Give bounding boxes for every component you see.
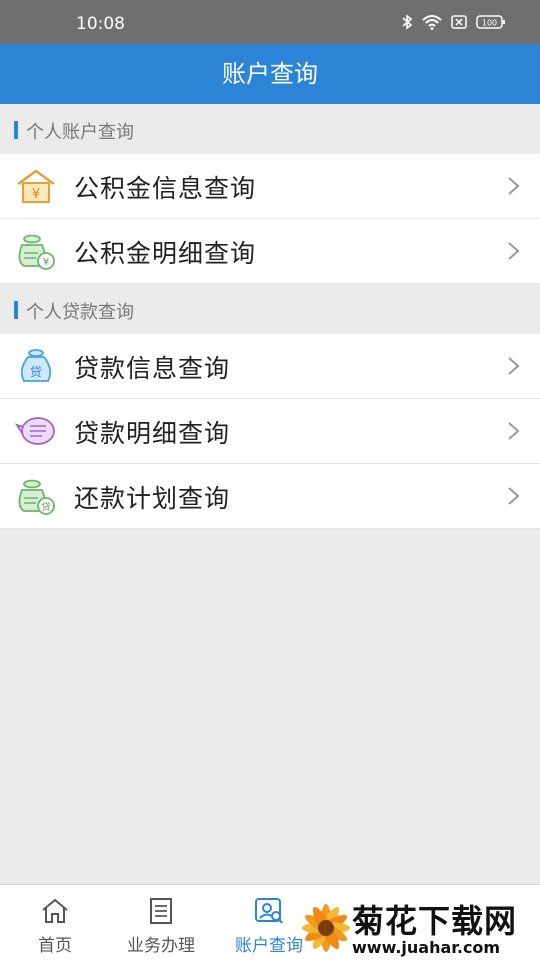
menu-item-loan-detail[interactable]: 贷款明细查询 [0, 399, 540, 464]
svg-text:贷: 贷 [30, 365, 42, 379]
svg-text:¥: ¥ [43, 257, 49, 268]
menu-item-label: 还款计划查询 [74, 484, 231, 513]
svg-text:贷: 贷 [41, 501, 50, 513]
tab-label: 业务办理 [127, 936, 195, 956]
battery-level: 100 [482, 19, 497, 28]
chevron-right-icon [508, 242, 520, 260]
chevron-right-icon [508, 487, 520, 505]
menu-item-repay-plan[interactable]: 贷 还款计划查询 [0, 464, 540, 529]
status-bar: 10:08 100 [0, 0, 540, 44]
svg-text:¥: ¥ [32, 187, 40, 202]
section-header-loan: 个人贷款查询 [0, 284, 540, 334]
wifi-icon [422, 15, 442, 30]
menu-item-loan-info[interactable]: 贷 贷款信息查询 [0, 334, 540, 399]
section-title: 个人账户查询 [26, 122, 134, 143]
section-accent-bar [14, 301, 18, 319]
list-bubble-icon [14, 417, 55, 445]
status-icons: 100 [401, 14, 506, 30]
flower-logo-icon [302, 904, 350, 952]
watermark: 菊花下载网 www.juahar.com [296, 896, 540, 960]
menu-item-label: 公积金信息查询 [74, 174, 257, 203]
menu-item-label: 贷款明细查询 [74, 419, 231, 448]
bluetooth-icon [402, 14, 413, 30]
tab-home[interactable]: 首页 [0, 885, 110, 961]
repay-bag-icon: 贷 [18, 479, 55, 515]
loan-bag-icon: 贷 [20, 349, 52, 382]
section-title: 个人贷款查询 [26, 302, 134, 323]
page-title: 账户查询 [222, 60, 318, 88]
section-accent-bar [14, 121, 18, 139]
money-bag-yen-icon: ¥ [18, 234, 55, 270]
menu-item-fund-info[interactable]: ¥ 公积金信息查询 [0, 154, 540, 219]
home-icon [42, 898, 68, 923]
status-time: 10:08 [76, 14, 125, 34]
watermark-text: 菊花下载网 [352, 902, 518, 940]
battery-icon: 100 [476, 15, 505, 29]
menu-item-label: 贷款信息查询 [74, 354, 231, 383]
chevron-right-icon [508, 422, 520, 440]
sim-blocked-icon [451, 15, 467, 29]
menu-item-label: 公积金明细查询 [74, 239, 257, 268]
chevron-right-icon [508, 177, 520, 195]
page-title-bar: 账户查询 [0, 44, 540, 104]
section-header-account: 个人账户查询 [0, 104, 540, 154]
tab-business[interactable]: 业务办理 [106, 885, 216, 961]
document-icon [150, 898, 172, 924]
chevron-right-icon [508, 357, 520, 375]
person-search-icon [255, 898, 283, 924]
tab-label: 首页 [38, 936, 72, 956]
watermark-url: www.juahar.com [352, 938, 501, 957]
menu-item-fund-detail[interactable]: ¥ 公积金明细查询 [0, 219, 540, 284]
house-yen-icon: ¥ [17, 169, 55, 203]
